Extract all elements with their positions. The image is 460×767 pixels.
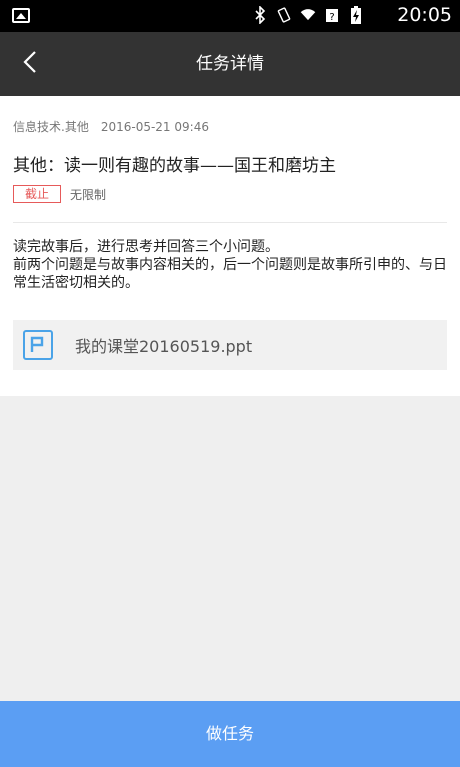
app-bar: 任务详情: [0, 32, 460, 96]
task-title: 其他：读一则有趣的故事——国王和磨坊主: [13, 156, 336, 176]
task-detail-card: 信息技术.其他 2016-05-21 09:46 其他：读一则有趣的故事——国王和…: [0, 96, 460, 396]
description-line: 读完故事后，进行思考并回答三个小问题。: [13, 239, 279, 255]
deadline-value: 无限制: [70, 188, 107, 202]
attachment-name: 我的课堂20160519.ppt: [75, 337, 253, 356]
description-line: 前两个问题是与故事内容相关的，后一个问题则是故事所引申的、与日常生活密切相关的。: [13, 257, 447, 291]
ppt-file-icon: [23, 330, 53, 360]
do-task-button[interactable]: 做任务: [0, 701, 460, 767]
divider: [13, 222, 447, 223]
deadline-badge: 截止: [13, 185, 61, 203]
bluetooth-icon: [252, 6, 268, 24]
task-date: 2016-05-21 09:46: [100, 120, 209, 134]
image-notification-icon: [12, 8, 30, 23]
battery-charging-icon: [348, 6, 364, 24]
task-description: 读完故事后，进行思考并回答三个小问题。 前两个问题是与故事内容相关的，后一个问题…: [13, 238, 447, 292]
task-meta: 信息技术.其他 2016-05-21 09:46: [13, 118, 209, 135]
clock: 20:05: [397, 4, 452, 26]
svg-text:?: ?: [329, 12, 334, 23]
page-title: 任务详情: [196, 54, 264, 74]
wifi-icon: [300, 6, 316, 24]
vibrate-icon: [276, 6, 292, 24]
attachment-item[interactable]: 我的课堂20160519.ppt: [13, 320, 447, 370]
status-icons: ?: [252, 6, 364, 24]
task-category: 信息技术.其他: [13, 120, 89, 134]
signal-icon: ?: [324, 6, 340, 24]
status-bar: ? 20:05: [0, 0, 460, 32]
